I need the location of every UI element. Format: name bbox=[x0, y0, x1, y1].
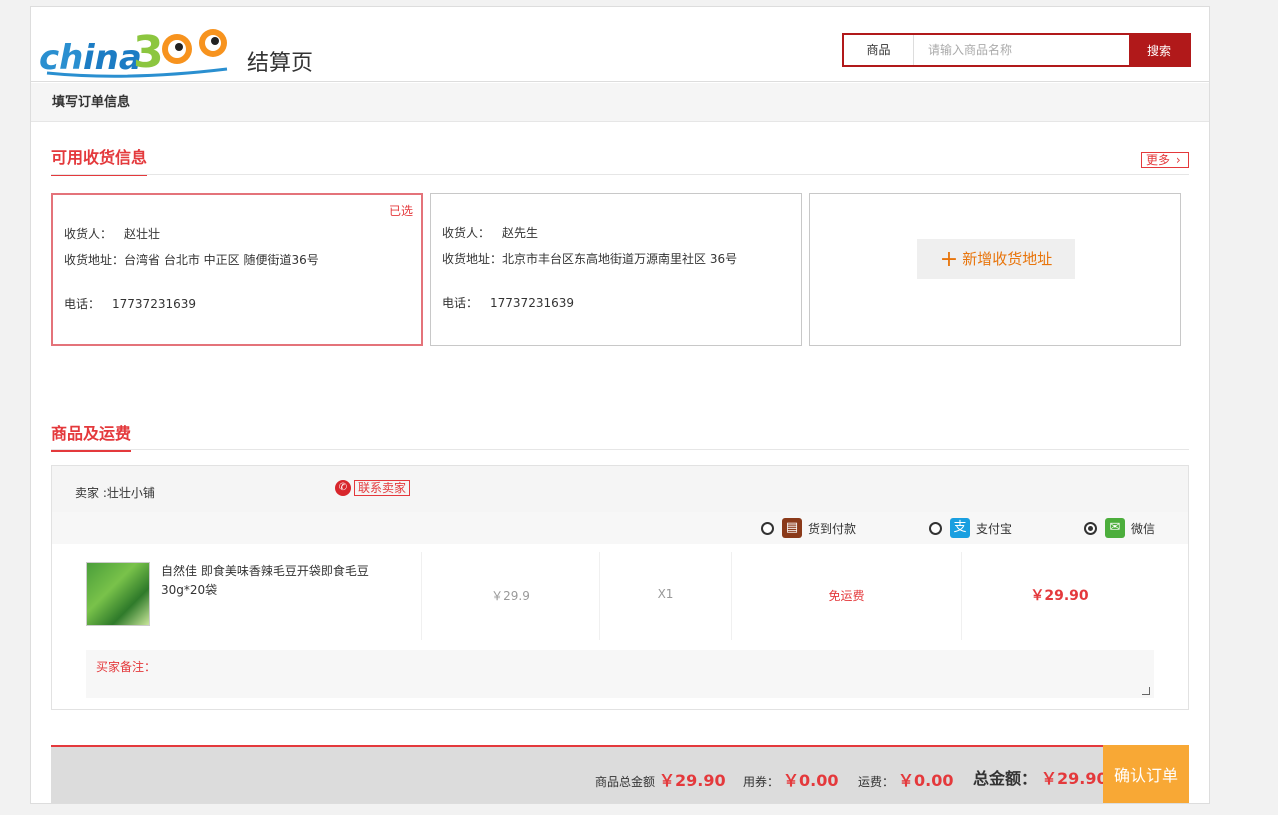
address-value: 台湾省 台北市 中正区 随便街道36号 bbox=[124, 253, 319, 267]
remark-label: 买家备注： bbox=[96, 660, 157, 674]
search-category[interactable]: 商品 bbox=[844, 35, 914, 65]
radio-button[interactable] bbox=[761, 521, 774, 535]
coupon-label: 用券： bbox=[743, 775, 780, 789]
receiver-line: 收货人： 赵先生 bbox=[442, 224, 538, 241]
alipay-icon: 支 bbox=[950, 518, 970, 538]
phone-value: 17737231639 bbox=[112, 297, 196, 311]
payment-options: ▤ 货到付款 支 支付宝 ✉ 微信 bbox=[52, 512, 1188, 544]
shipping-label: 运费： bbox=[858, 775, 895, 789]
phone-label: 电话： bbox=[64, 297, 101, 311]
buyer-remark-field[interactable]: 买家备注： bbox=[86, 650, 1154, 698]
seller-row: 卖家 :壮壮小铺 ✆ 联系卖家 bbox=[52, 466, 1188, 512]
wechat-icon: ✉ bbox=[1105, 518, 1125, 538]
address-section-title: 可用收货信息 bbox=[51, 144, 148, 176]
divider bbox=[51, 174, 1189, 175]
total-label: 总金额： bbox=[973, 769, 1038, 788]
seller-name: 卖家 :壮壮小铺 bbox=[75, 486, 155, 500]
phone-line: 电话： 17737231639 bbox=[442, 294, 574, 311]
search-bar: 商品 搜索 bbox=[842, 33, 1191, 67]
receiver-line: 收货人： 赵壮壮 bbox=[64, 225, 160, 242]
more-label: 更多 bbox=[1146, 153, 1171, 167]
payment-label: 支付宝 bbox=[976, 521, 1013, 536]
phone-line: 电话： 17737231639 bbox=[64, 295, 196, 312]
payment-alipay[interactable]: 支 支付宝 bbox=[929, 518, 1012, 538]
search-input[interactable] bbox=[914, 35, 1129, 65]
shipping-total: 运费： ￥0.00 bbox=[858, 767, 954, 791]
svg-text:3: 3 bbox=[133, 27, 164, 78]
selected-badge: 已选 bbox=[388, 204, 413, 218]
address-card[interactable]: 收货人： 赵先生 收货地址：北京市丰台区东高地街道万源南里社区 36号 电话： 17… bbox=[430, 193, 802, 346]
receiver-label: 收货人： bbox=[442, 226, 491, 240]
chat-icon: ✆ bbox=[335, 480, 351, 496]
payment-label: 微信 bbox=[1131, 521, 1156, 536]
search-button[interactable]: 搜索 bbox=[1129, 35, 1189, 65]
header: ch ina 3 结算页 商品 搜索 bbox=[31, 7, 1209, 82]
shipping-fee: 免运费 bbox=[828, 589, 865, 603]
goods-section-title: 商品及运费 bbox=[51, 420, 132, 452]
product-name[interactable]: 自然佳 即食美味香辣毛豆开袋即食毛豆30g*20袋 bbox=[161, 562, 371, 600]
address-label: 收货地址： bbox=[64, 253, 125, 267]
wallet-icon: ▤ bbox=[782, 518, 802, 538]
order-summary-bar: 商品总金额 ￥29.90 用券： ￥0.00 运费： ￥0.00 总金额： ￥29.90… bbox=[51, 745, 1189, 803]
order-box: 卖家 :壮壮小铺 ✆ 联系卖家 ▤ 货到付款 支 支付宝 ✉ 微信 自然佳 即食… bbox=[51, 465, 1189, 710]
grand-total: 总金额： ￥29.90 bbox=[973, 765, 1108, 789]
page-title: 结算页 bbox=[247, 51, 314, 76]
receiver-name: 赵壮壮 bbox=[124, 227, 161, 241]
add-address-label: 新增收货地址 bbox=[962, 250, 1053, 268]
address-value: 北京市丰台区东高地街道万源南里社区 36号 bbox=[502, 252, 738, 266]
contact-seller-link[interactable]: 联系卖家 bbox=[354, 480, 411, 496]
address-line: 收货地址：北京市丰台区东高地街道万源南里社区 36号 bbox=[442, 250, 737, 267]
plus-icon: + bbox=[939, 247, 959, 272]
payment-cod[interactable]: ▤ 货到付款 bbox=[761, 518, 856, 538]
shipping-value: ￥0.00 bbox=[898, 771, 954, 790]
radio-button[interactable] bbox=[929, 521, 942, 535]
receiver-label: 收货人： bbox=[64, 227, 113, 241]
address-line: 收货地址：台湾省 台北市 中正区 随便街道36号 bbox=[64, 251, 319, 268]
payment-label: 货到付款 bbox=[808, 521, 857, 536]
phone-label: 电话： bbox=[442, 296, 479, 310]
checkout-page: ch ina 3 结算页 商品 搜索 填写订单信息 可用收货信息 更多 › 已选 bbox=[30, 6, 1210, 804]
breadcrumb: 填写订单信息 bbox=[31, 83, 1209, 122]
address-card-selected[interactable]: 已选 收货人： 赵壮壮 收货地址：台湾省 台北市 中正区 随便街道36号 电话： 1… bbox=[51, 193, 423, 346]
more-addresses-link[interactable]: 更多 › bbox=[1141, 152, 1189, 168]
svg-text:ch: ch bbox=[39, 38, 83, 78]
coupon: 用券： ￥0.00 bbox=[743, 767, 839, 791]
add-address-card: + 新增收货地址 bbox=[809, 193, 1181, 346]
goods-total: 商品总金额 ￥29.90 bbox=[595, 767, 726, 791]
resize-handle[interactable] bbox=[1142, 687, 1150, 695]
receiver-name: 赵先生 bbox=[502, 226, 539, 240]
address-label: 收货地址： bbox=[442, 252, 503, 266]
product-price: ￥29.9 bbox=[491, 589, 530, 603]
product-quantity: X1 bbox=[657, 587, 674, 601]
product-subtotal: ￥29.90 bbox=[1030, 588, 1089, 604]
add-address-button[interactable]: + 新增收货地址 bbox=[917, 239, 1075, 279]
goods-total-value: ￥29.90 bbox=[659, 771, 726, 790]
contact-seller[interactable]: ✆ 联系卖家 bbox=[335, 480, 411, 496]
coupon-value: ￥0.00 bbox=[783, 771, 839, 790]
radio-button-checked[interactable] bbox=[1084, 521, 1097, 535]
product-image[interactable] bbox=[86, 562, 150, 626]
divider bbox=[51, 449, 1189, 450]
goods-total-label: 商品总金额 bbox=[595, 775, 656, 789]
total-value: ￥29.90 bbox=[1041, 769, 1108, 788]
payment-wechat[interactable]: ✉ 微信 bbox=[1084, 518, 1155, 538]
china369-logo[interactable]: ch ina 3 bbox=[37, 21, 237, 79]
chevron-right-icon: › bbox=[1175, 153, 1181, 167]
confirm-order-button[interactable]: 确认订单 bbox=[1103, 745, 1189, 803]
phone-value: 17737231639 bbox=[490, 296, 574, 310]
